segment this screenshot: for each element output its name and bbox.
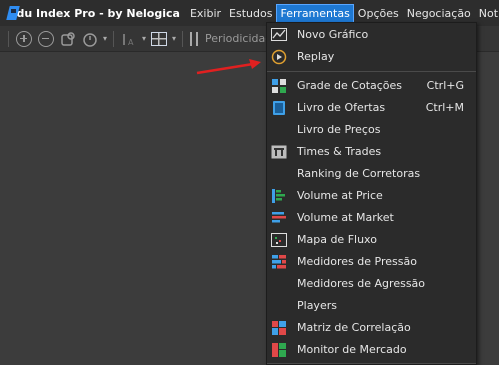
menu-item-label: Mapa de Fluxo — [297, 233, 377, 246]
menu-item-matriz-correlacao[interactable]: Matriz de Correlação — [267, 317, 476, 339]
chart-icon — [271, 27, 287, 43]
menu-item-ranking-corretoras[interactable]: Ranking de Corretoras — [267, 163, 476, 185]
menu-item-label: Monitor de Mercado — [297, 343, 407, 356]
menu-negociacao[interactable]: Negociação — [403, 4, 475, 23]
menu-item-volume-at-market[interactable]: Volume at Market — [267, 207, 476, 229]
menu-item-label: Medidores de Pressão — [297, 255, 417, 268]
menu-ferramentas[interactable]: Ferramentas — [276, 3, 354, 23]
timer-icon[interactable] — [82, 31, 98, 47]
menu-divider — [267, 71, 476, 72]
market-monitor-icon — [271, 342, 287, 358]
menu-opcoes[interactable]: Opções — [354, 4, 403, 23]
svg-text:A: A — [128, 38, 134, 47]
ferramentas-dropdown: Novo Gráfico Replay Grade de Cotações Ct… — [266, 22, 477, 365]
text-size-icon[interactable]: A — [121, 31, 137, 47]
menu-item-label: Volume at Market — [297, 211, 394, 224]
menu-item-replay[interactable]: Replay — [267, 46, 476, 68]
menu-item-medidores-pressao[interactable]: Medidores de Pressão — [267, 251, 476, 273]
menu-item-label: Livro de Ofertas — [297, 101, 386, 114]
sliders-icon[interactable] — [187, 31, 201, 46]
correlation-matrix-icon — [271, 320, 287, 336]
menu-item-label: Times & Trades — [297, 145, 382, 158]
times-trades-icon — [271, 144, 287, 160]
toolbar-divider — [8, 30, 9, 47]
quote-grid-icon — [271, 78, 287, 94]
menu-item-label: Grade de Cotações — [297, 79, 403, 92]
menu-item-shortcut: Ctrl+M — [425, 101, 464, 114]
menu-divider — [267, 363, 476, 364]
replay-icon — [271, 49, 287, 65]
zoom-in-icon[interactable] — [16, 30, 32, 47]
chevron-down-icon[interactable]: ▾ — [142, 34, 146, 43]
menu-item-mapa-fluxo[interactable]: Mapa de Fluxo — [267, 229, 476, 251]
menu-item-shortcut: Ctrl+G — [426, 79, 464, 92]
app-title: Edu Index Pro - by Nelogica — [9, 6, 180, 20]
order-book-icon — [271, 100, 287, 116]
menu-item-grade-cotacoes[interactable]: Grade de Cotações Ctrl+G — [267, 75, 476, 97]
menu-item-label: Medidores de Agressão — [297, 277, 426, 290]
menu-item-label: Volume at Price — [297, 189, 383, 202]
menu-item-label: Novo Gráfico — [297, 28, 369, 41]
zoom-out-icon[interactable] — [38, 30, 54, 47]
menu-item-livro-ofertas[interactable]: Livro de Ofertas Ctrl+M — [267, 97, 476, 119]
pressure-gauge-icon — [271, 254, 287, 270]
menu-item-livro-precos[interactable]: Livro de Preços — [267, 119, 476, 141]
menu-item-label: Ranking de Corretoras — [297, 167, 421, 180]
chevron-down-icon[interactable]: ▾ — [103, 34, 107, 43]
flow-map-icon — [271, 232, 287, 248]
menu-item-times-trades[interactable]: Times & Trades — [267, 141, 476, 163]
chevron-down-icon[interactable]: ▾ — [172, 34, 176, 43]
menu-item-volume-at-price[interactable]: Volume at Price — [267, 185, 476, 207]
menu-estudos[interactable]: Estudos — [225, 4, 276, 23]
menu-item-medidores-agressao[interactable]: Medidores de Agressão — [267, 273, 476, 295]
menu-item-label: Matriz de Correlação — [297, 321, 411, 334]
volume-at-price-icon — [271, 188, 287, 204]
layout-grid-icon[interactable] — [151, 31, 168, 46]
toolbar-divider — [113, 30, 115, 47]
menu-exibir[interactable]: Exibir — [186, 4, 225, 23]
menu-item-monitor-mercado[interactable]: Monitor de Mercado — [267, 339, 476, 361]
menu-noticias[interactable]: Notícias — [475, 4, 499, 23]
menu-item-novo-grafico[interactable]: Novo Gráfico — [267, 24, 476, 46]
menu-item-label: Players — [297, 299, 337, 312]
menu-item-players[interactable]: Players — [267, 295, 476, 317]
toolbar-divider — [182, 30, 184, 47]
menu-item-label: Replay — [297, 50, 335, 63]
volume-at-market-icon — [271, 210, 287, 226]
annotation-arrow-icon — [196, 59, 261, 75]
periodicidade-label[interactable]: Periodicidad — [205, 32, 272, 45]
pan-icon[interactable] — [60, 31, 76, 47]
menu-item-label: Livro de Preços — [297, 123, 381, 136]
